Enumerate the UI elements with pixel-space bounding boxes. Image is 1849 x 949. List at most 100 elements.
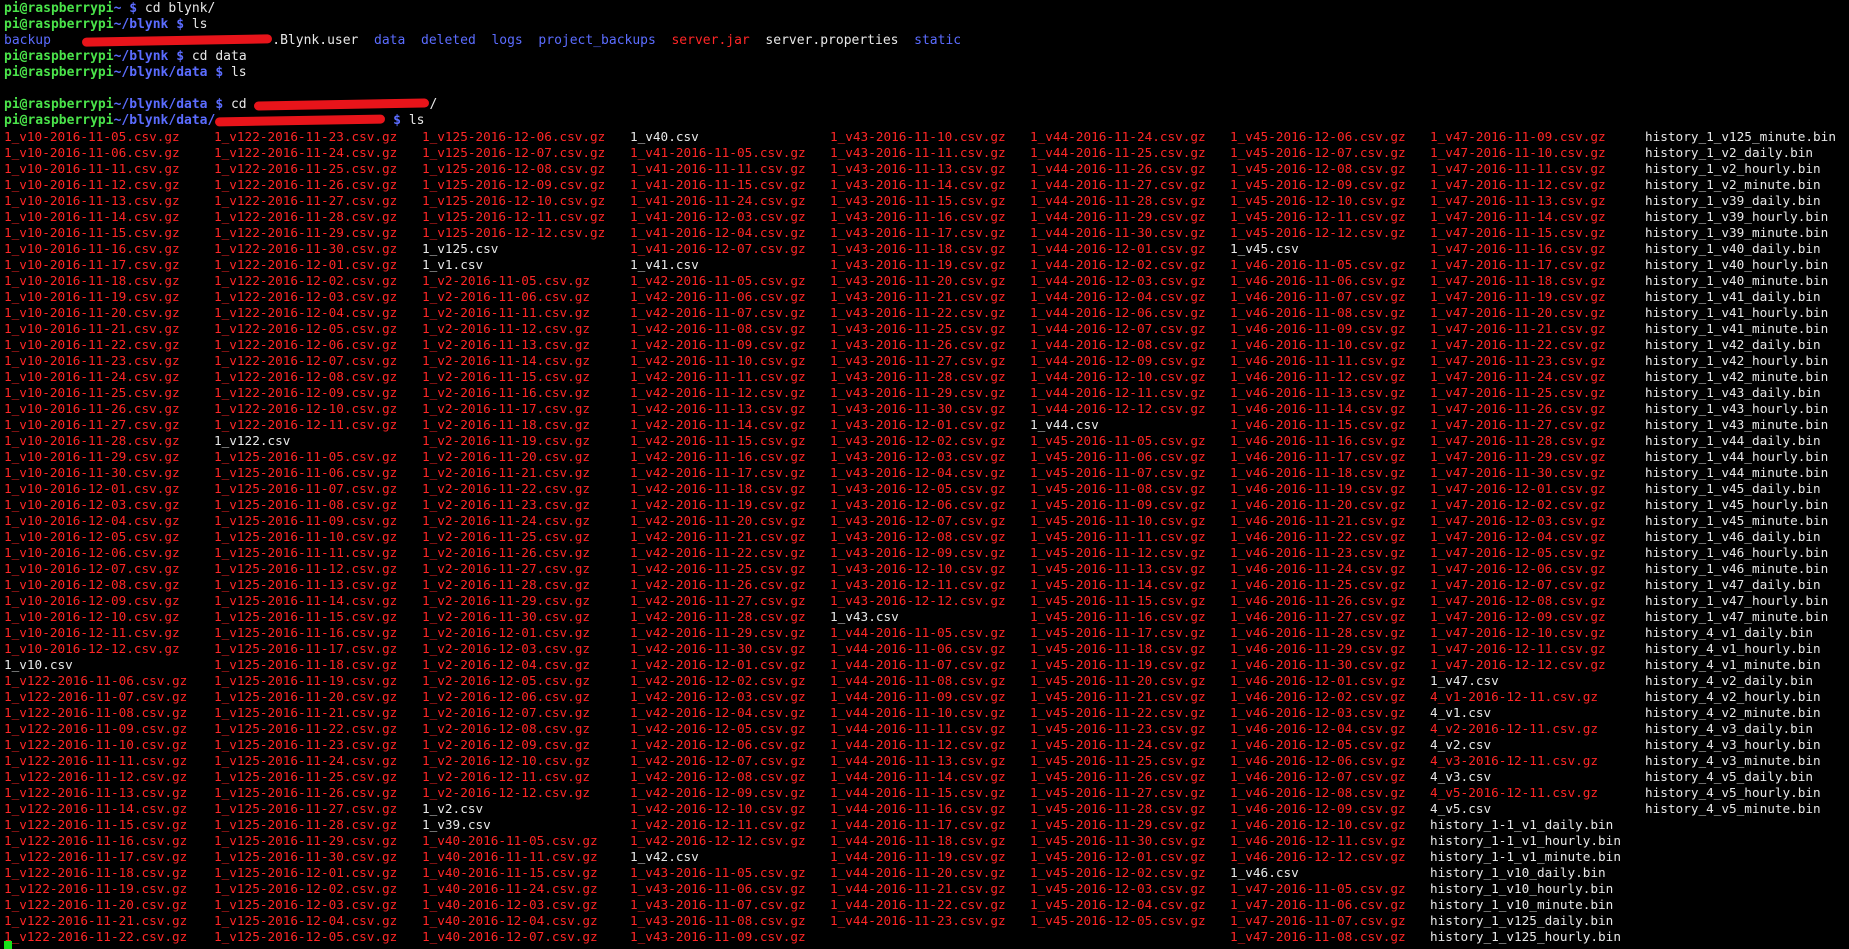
file-entry: 1_v47-2016-12-08.csv.gz xyxy=(1430,593,1606,608)
file-entry: 1_v45-2016-12-11.csv.gz xyxy=(1230,209,1406,224)
file-entry: 1_v47-2016-11-08.csv.gz xyxy=(1230,929,1406,944)
file-entry: history_1_v39_minute.bin xyxy=(1645,225,1829,240)
file-entry: 1_v2-2016-11-20.csv.gz xyxy=(422,449,591,464)
file-entry: 1_v122-2016-11-07.csv.gz xyxy=(4,689,188,704)
file-entry: 1_v122-2016-11-28.csv.gz xyxy=(214,209,398,224)
file-entry: 1_v2-2016-11-18.csv.gz xyxy=(422,417,591,432)
file-entry: 1_v2-2016-11-28.csv.gz xyxy=(422,577,591,592)
terminal-window[interactable]: pi@raspberrypi~ $ cd blynk/ pi@raspberry… xyxy=(0,0,1849,949)
file-entry: 1_v45-2016-11-27.csv.gz xyxy=(1030,785,1206,800)
prompt-user: pi@raspberrypi xyxy=(4,49,114,64)
file-entry: history_1_v44_minute.bin xyxy=(1645,465,1829,480)
file-entry: 1_v43-2016-12-09.csv.gz xyxy=(830,545,1006,560)
file-entry: 1_v42-2016-11-26.csv.gz xyxy=(630,577,806,592)
current-prompt[interactable] xyxy=(4,940,12,949)
file-entry: 1_v47-2016-12-12.csv.gz xyxy=(1430,657,1606,672)
file-entry: 1_v46-2016-11-17.csv.gz xyxy=(1230,449,1406,464)
file-entry: 1_v44-2016-11-13.csv.gz xyxy=(830,753,1006,768)
file-entry: history_4_v3_minute.bin xyxy=(1645,753,1821,768)
file-entry: 1_v10-2016-12-06.csv.gz xyxy=(4,545,180,560)
dir-entry: deleted xyxy=(421,33,476,48)
file-entry: 1_v2-2016-11-23.csv.gz xyxy=(422,497,591,512)
file-entry: history_4_v5_hourly.bin xyxy=(1645,785,1821,800)
prompt-user: pi@raspberrypi xyxy=(4,65,114,80)
file-entry: 1_v43-2016-12-04.csv.gz xyxy=(830,465,1006,480)
file-entry: 1_v42-2016-12-03.csv.gz xyxy=(630,689,806,704)
file-entry: 1_v42-2016-11-27.csv.gz xyxy=(630,593,806,608)
file-entry: 1_v42-2016-12-07.csv.gz xyxy=(630,753,806,768)
prompt-line: pi@raspberrypi~/blynk/data $ ls xyxy=(4,65,1849,81)
file-entry: 1_v2-2016-11-30.csv.gz xyxy=(422,609,591,624)
file-entry: 1_v45-2016-11-11.csv.gz xyxy=(1030,529,1206,544)
file-entry: 1_v45-2016-11-30.csv.gz xyxy=(1030,833,1206,848)
file-entry: 1_v44-2016-11-24.csv.gz xyxy=(1030,129,1206,144)
file-entry: 1_v46-2016-12-06.csv.gz xyxy=(1230,753,1406,768)
blynk-listing: backup .Blynk.user data deleted logs pro… xyxy=(4,33,1849,49)
file-entry: 4_v3.csv xyxy=(1430,769,1492,784)
file-entry: history_1_v41_daily.bin xyxy=(1645,289,1821,304)
file-entry: history_1_v47_hourly.bin xyxy=(1645,593,1829,608)
listing-column: 1_v10-2016-11-05.csv.gz 1_v10-2016-11-06.… xyxy=(4,129,214,945)
file-entry: 1_v45-2016-11-13.csv.gz xyxy=(1030,561,1206,576)
file-entry: 1_v47-2016-11-14.csv.gz xyxy=(1430,209,1606,224)
file-entry: 1_v122.csv xyxy=(214,433,291,448)
file-entry: 1_v45-2016-11-23.csv.gz xyxy=(1030,721,1206,736)
file-entry: 1_v43-2016-11-20.csv.gz xyxy=(830,273,1006,288)
file-entry: 1_v47-2016-11-06.csv.gz xyxy=(1230,897,1406,912)
file-entry: 1_v10-2016-11-11.csv.gz xyxy=(4,161,180,176)
file-entry: history_1_v2_minute.bin xyxy=(1645,177,1821,192)
file-entry: 1_v44-2016-11-25.csv.gz xyxy=(1030,145,1206,160)
file-entry: history_1_v47_minute.bin xyxy=(1645,609,1829,624)
file-entry: 1_v2-2016-12-01.csv.gz xyxy=(422,625,591,640)
file-entry: 1_v125-2016-11-09.csv.gz xyxy=(214,513,398,528)
file-entry: 1_v2-2016-12-10.csv.gz xyxy=(422,753,591,768)
file-entry: 1_v46-2016-11-05.csv.gz xyxy=(1230,257,1406,272)
file-entry: 1_v122-2016-11-14.csv.gz xyxy=(4,801,188,816)
file-entry: 1_v122-2016-11-11.csv.gz xyxy=(4,753,188,768)
file-entry: 1_v122-2016-11-29.csv.gz xyxy=(214,225,398,240)
file-entry: 1_v43-2016-11-18.csv.gz xyxy=(830,241,1006,256)
file-entry: 4_v2.csv xyxy=(1430,737,1492,752)
file-entry: 1_v125.csv xyxy=(422,241,499,256)
file-entry: 1_v125-2016-11-19.csv.gz xyxy=(214,673,398,688)
file-entry: 1_v44-2016-12-04.csv.gz xyxy=(1030,289,1206,304)
file-listing: 1_v10-2016-11-05.csv.gz 1_v10-2016-11-06.… xyxy=(4,129,1845,945)
file-entry: 1_v10-2016-12-08.csv.gz xyxy=(4,577,180,592)
file-entry: 1_v47-2016-11-10.csv.gz xyxy=(1430,145,1606,160)
file-entry: 1_v2-2016-12-08.csv.gz xyxy=(422,721,591,736)
prompt-path: ~/blynk $ xyxy=(113,17,192,32)
file-entry: 1_v46-2016-11-13.csv.gz xyxy=(1230,385,1406,400)
file-entry: 1_v47-2016-11-09.csv.gz xyxy=(1430,129,1606,144)
file-entry: 1_v122-2016-11-15.csv.gz xyxy=(4,817,188,832)
file-entry: 1_v2.csv xyxy=(422,801,484,816)
file-entry: 1_v42-2016-11-22.csv.gz xyxy=(630,545,806,560)
file-entry: 1_v43-2016-11-09.csv.gz xyxy=(630,929,806,944)
file-entry: 1_v42-2016-12-04.csv.gz xyxy=(630,705,806,720)
file-entry: 1_v42-2016-11-13.csv.gz xyxy=(630,401,806,416)
prompt-line: pi@raspberrypi~/blynk/data $ cd / xyxy=(4,97,1849,113)
file-entry: history_1_v45_hourly.bin xyxy=(1645,497,1829,512)
file-entry: 1_v10-2016-11-05.csv.gz xyxy=(4,129,180,144)
file-entry: 1_v43-2016-11-25.csv.gz xyxy=(830,321,1006,336)
file-entry: 1_v45.csv xyxy=(1230,241,1299,256)
file-entry: history_1-1_v1_daily.bin xyxy=(1430,817,1614,832)
redaction-mark xyxy=(82,34,273,47)
file-entry: 1_v40-2016-12-07.csv.gz xyxy=(422,929,598,944)
file-entry: history_1-1_v1_hourly.bin xyxy=(1430,833,1621,848)
command-text: ls xyxy=(408,113,425,128)
file-entry: 1_v39.csv xyxy=(422,817,491,832)
file-entry: 1_v10-2016-11-06.csv.gz xyxy=(4,145,180,160)
file-entry: history_1_v46_hourly.bin xyxy=(1645,545,1829,560)
file-entry: 1_v2-2016-11-24.csv.gz xyxy=(422,513,591,528)
file-entry: 1_v2-2016-11-29.csv.gz xyxy=(422,593,591,608)
file-entry: 1_v125-2016-11-28.csv.gz xyxy=(214,817,398,832)
file-entry: 1_v42-2016-11-11.csv.gz xyxy=(630,369,806,384)
file-entry: history_1_v46_daily.bin xyxy=(1645,529,1821,544)
file-entry: history_1_v2_hourly.bin xyxy=(1645,161,1821,176)
prompt-user: pi@raspberrypi xyxy=(4,97,114,112)
file-entry: history_4_v2_minute.bin xyxy=(1645,705,1821,720)
file-entry: 1_v45-2016-11-06.csv.gz xyxy=(1030,449,1206,464)
file-entry: 1_v10-2016-11-29.csv.gz xyxy=(4,449,180,464)
file-entry: 1_v43-2016-11-13.csv.gz xyxy=(830,161,1006,176)
file-entry: 1_v122-2016-11-10.csv.gz xyxy=(4,737,188,752)
